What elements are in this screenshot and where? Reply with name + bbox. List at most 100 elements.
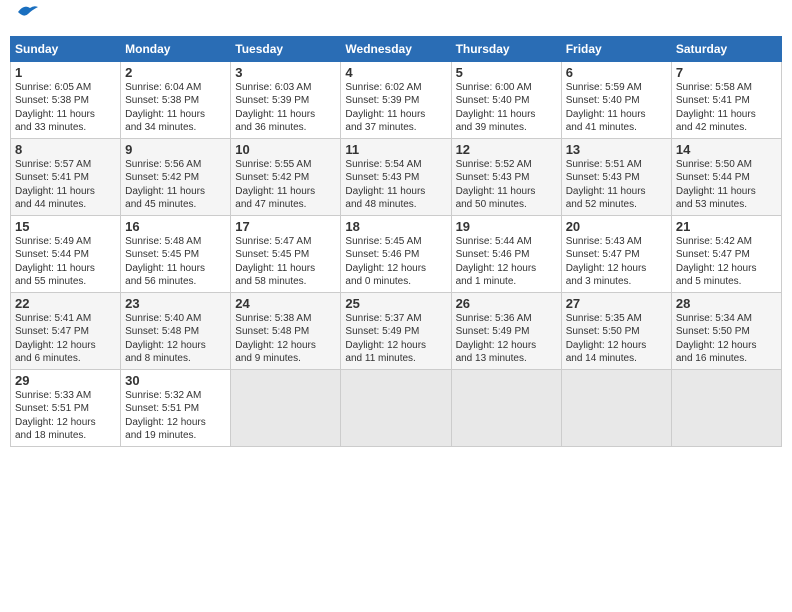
- day-info-text: Sunrise: 5:41 AM Sunset: 5:47 PM Dayligh…: [15, 312, 116, 366]
- day-info-text: Sunrise: 5:59 AM Sunset: 5:40 PM Dayligh…: [566, 81, 667, 135]
- day-number: 9: [125, 142, 226, 157]
- day-number: 22: [15, 296, 116, 311]
- calendar-week-row: 22Sunrise: 5:41 AM Sunset: 5:47 PM Dayli…: [11, 292, 782, 369]
- calendar-day-cell: 10Sunrise: 5:55 AM Sunset: 5:42 PM Dayli…: [231, 138, 341, 215]
- day-number: 17: [235, 219, 336, 234]
- logo-bird-icon: [16, 4, 38, 25]
- day-info-text: Sunrise: 5:56 AM Sunset: 5:42 PM Dayligh…: [125, 158, 226, 212]
- calendar-week-row: 15Sunrise: 5:49 AM Sunset: 5:44 PM Dayli…: [11, 215, 782, 292]
- calendar-day-cell: 18Sunrise: 5:45 AM Sunset: 5:46 PM Dayli…: [341, 215, 451, 292]
- day-of-week-header: Tuesday: [231, 36, 341, 61]
- calendar-day-cell: [231, 369, 341, 446]
- calendar-day-cell: 3Sunrise: 6:03 AM Sunset: 5:39 PM Daylig…: [231, 61, 341, 138]
- day-number: 11: [345, 142, 446, 157]
- day-info-text: Sunrise: 5:40 AM Sunset: 5:48 PM Dayligh…: [125, 312, 226, 366]
- day-of-week-header: Friday: [561, 36, 671, 61]
- day-number: 25: [345, 296, 446, 311]
- day-info-text: Sunrise: 5:43 AM Sunset: 5:47 PM Dayligh…: [566, 235, 667, 289]
- day-number: 1: [15, 65, 116, 80]
- day-number: 24: [235, 296, 336, 311]
- day-number: 5: [456, 65, 557, 80]
- calendar-day-cell: 25Sunrise: 5:37 AM Sunset: 5:49 PM Dayli…: [341, 292, 451, 369]
- calendar-day-cell: 27Sunrise: 5:35 AM Sunset: 5:50 PM Dayli…: [561, 292, 671, 369]
- calendar-header-row: SundayMondayTuesdayWednesdayThursdayFrid…: [11, 36, 782, 61]
- day-info-text: Sunrise: 6:02 AM Sunset: 5:39 PM Dayligh…: [345, 81, 446, 135]
- day-number: 15: [15, 219, 116, 234]
- calendar-day-cell: 9Sunrise: 5:56 AM Sunset: 5:42 PM Daylig…: [121, 138, 231, 215]
- day-number: 4: [345, 65, 446, 80]
- calendar-day-cell: 23Sunrise: 5:40 AM Sunset: 5:48 PM Dayli…: [121, 292, 231, 369]
- day-info-text: Sunrise: 5:50 AM Sunset: 5:44 PM Dayligh…: [676, 158, 777, 212]
- day-number: 28: [676, 296, 777, 311]
- day-info-text: Sunrise: 6:00 AM Sunset: 5:40 PM Dayligh…: [456, 81, 557, 135]
- day-number: 10: [235, 142, 336, 157]
- calendar-day-cell: 5Sunrise: 6:00 AM Sunset: 5:40 PM Daylig…: [451, 61, 561, 138]
- calendar-day-cell: 28Sunrise: 5:34 AM Sunset: 5:50 PM Dayli…: [671, 292, 781, 369]
- calendar-day-cell: 11Sunrise: 5:54 AM Sunset: 5:43 PM Dayli…: [341, 138, 451, 215]
- day-info-text: Sunrise: 5:51 AM Sunset: 5:43 PM Dayligh…: [566, 158, 667, 212]
- day-info-text: Sunrise: 6:05 AM Sunset: 5:38 PM Dayligh…: [15, 81, 116, 135]
- calendar-day-cell: 14Sunrise: 5:50 AM Sunset: 5:44 PM Dayli…: [671, 138, 781, 215]
- day-number: 23: [125, 296, 226, 311]
- logo: [14, 10, 38, 30]
- calendar-day-cell: 13Sunrise: 5:51 AM Sunset: 5:43 PM Dayli…: [561, 138, 671, 215]
- day-number: 29: [15, 373, 116, 388]
- day-number: 3: [235, 65, 336, 80]
- day-number: 7: [676, 65, 777, 80]
- day-number: 20: [566, 219, 667, 234]
- day-number: 14: [676, 142, 777, 157]
- day-info-text: Sunrise: 5:42 AM Sunset: 5:47 PM Dayligh…: [676, 235, 777, 289]
- day-info-text: Sunrise: 5:44 AM Sunset: 5:46 PM Dayligh…: [456, 235, 557, 289]
- day-number: 18: [345, 219, 446, 234]
- day-info-text: Sunrise: 5:45 AM Sunset: 5:46 PM Dayligh…: [345, 235, 446, 289]
- day-of-week-header: Thursday: [451, 36, 561, 61]
- calendar-day-cell: 29Sunrise: 5:33 AM Sunset: 5:51 PM Dayli…: [11, 369, 121, 446]
- calendar-day-cell: [341, 369, 451, 446]
- day-number: 8: [15, 142, 116, 157]
- day-info-text: Sunrise: 5:58 AM Sunset: 5:41 PM Dayligh…: [676, 81, 777, 135]
- calendar-day-cell: 8Sunrise: 5:57 AM Sunset: 5:41 PM Daylig…: [11, 138, 121, 215]
- day-info-text: Sunrise: 6:04 AM Sunset: 5:38 PM Dayligh…: [125, 81, 226, 135]
- day-info-text: Sunrise: 5:54 AM Sunset: 5:43 PM Dayligh…: [345, 158, 446, 212]
- day-number: 26: [456, 296, 557, 311]
- calendar-day-cell: 12Sunrise: 5:52 AM Sunset: 5:43 PM Dayli…: [451, 138, 561, 215]
- day-info-text: Sunrise: 5:47 AM Sunset: 5:45 PM Dayligh…: [235, 235, 336, 289]
- day-info-text: Sunrise: 5:36 AM Sunset: 5:49 PM Dayligh…: [456, 312, 557, 366]
- calendar-day-cell: 24Sunrise: 5:38 AM Sunset: 5:48 PM Dayli…: [231, 292, 341, 369]
- day-info-text: Sunrise: 5:57 AM Sunset: 5:41 PM Dayligh…: [15, 158, 116, 212]
- day-number: 12: [456, 142, 557, 157]
- calendar-day-cell: 16Sunrise: 5:48 AM Sunset: 5:45 PM Dayli…: [121, 215, 231, 292]
- day-info-text: Sunrise: 5:37 AM Sunset: 5:49 PM Dayligh…: [345, 312, 446, 366]
- calendar-day-cell: 21Sunrise: 5:42 AM Sunset: 5:47 PM Dayli…: [671, 215, 781, 292]
- day-number: 13: [566, 142, 667, 157]
- calendar-week-row: 8Sunrise: 5:57 AM Sunset: 5:41 PM Daylig…: [11, 138, 782, 215]
- day-of-week-header: Wednesday: [341, 36, 451, 61]
- page-header: [10, 10, 782, 30]
- day-info-text: Sunrise: 5:33 AM Sunset: 5:51 PM Dayligh…: [15, 389, 116, 443]
- day-info-text: Sunrise: 5:35 AM Sunset: 5:50 PM Dayligh…: [566, 312, 667, 366]
- calendar-day-cell: 17Sunrise: 5:47 AM Sunset: 5:45 PM Dayli…: [231, 215, 341, 292]
- day-number: 16: [125, 219, 226, 234]
- calendar-day-cell: [561, 369, 671, 446]
- calendar-day-cell: [451, 369, 561, 446]
- day-info-text: Sunrise: 5:49 AM Sunset: 5:44 PM Dayligh…: [15, 235, 116, 289]
- calendar-day-cell: 2Sunrise: 6:04 AM Sunset: 5:38 PM Daylig…: [121, 61, 231, 138]
- day-info-text: Sunrise: 5:52 AM Sunset: 5:43 PM Dayligh…: [456, 158, 557, 212]
- calendar-week-row: 1Sunrise: 6:05 AM Sunset: 5:38 PM Daylig…: [11, 61, 782, 138]
- day-number: 2: [125, 65, 226, 80]
- day-info-text: Sunrise: 5:38 AM Sunset: 5:48 PM Dayligh…: [235, 312, 336, 366]
- day-info-text: Sunrise: 5:48 AM Sunset: 5:45 PM Dayligh…: [125, 235, 226, 289]
- day-number: 27: [566, 296, 667, 311]
- calendar-day-cell: 26Sunrise: 5:36 AM Sunset: 5:49 PM Dayli…: [451, 292, 561, 369]
- day-of-week-header: Saturday: [671, 36, 781, 61]
- calendar-day-cell: 22Sunrise: 5:41 AM Sunset: 5:47 PM Dayli…: [11, 292, 121, 369]
- day-number: 30: [125, 373, 226, 388]
- calendar-day-cell: [671, 369, 781, 446]
- day-info-text: Sunrise: 6:03 AM Sunset: 5:39 PM Dayligh…: [235, 81, 336, 135]
- calendar-day-cell: 15Sunrise: 5:49 AM Sunset: 5:44 PM Dayli…: [11, 215, 121, 292]
- day-number: 19: [456, 219, 557, 234]
- calendar-day-cell: 20Sunrise: 5:43 AM Sunset: 5:47 PM Dayli…: [561, 215, 671, 292]
- calendar-day-cell: 4Sunrise: 6:02 AM Sunset: 5:39 PM Daylig…: [341, 61, 451, 138]
- day-info-text: Sunrise: 5:32 AM Sunset: 5:51 PM Dayligh…: [125, 389, 226, 443]
- day-of-week-header: Monday: [121, 36, 231, 61]
